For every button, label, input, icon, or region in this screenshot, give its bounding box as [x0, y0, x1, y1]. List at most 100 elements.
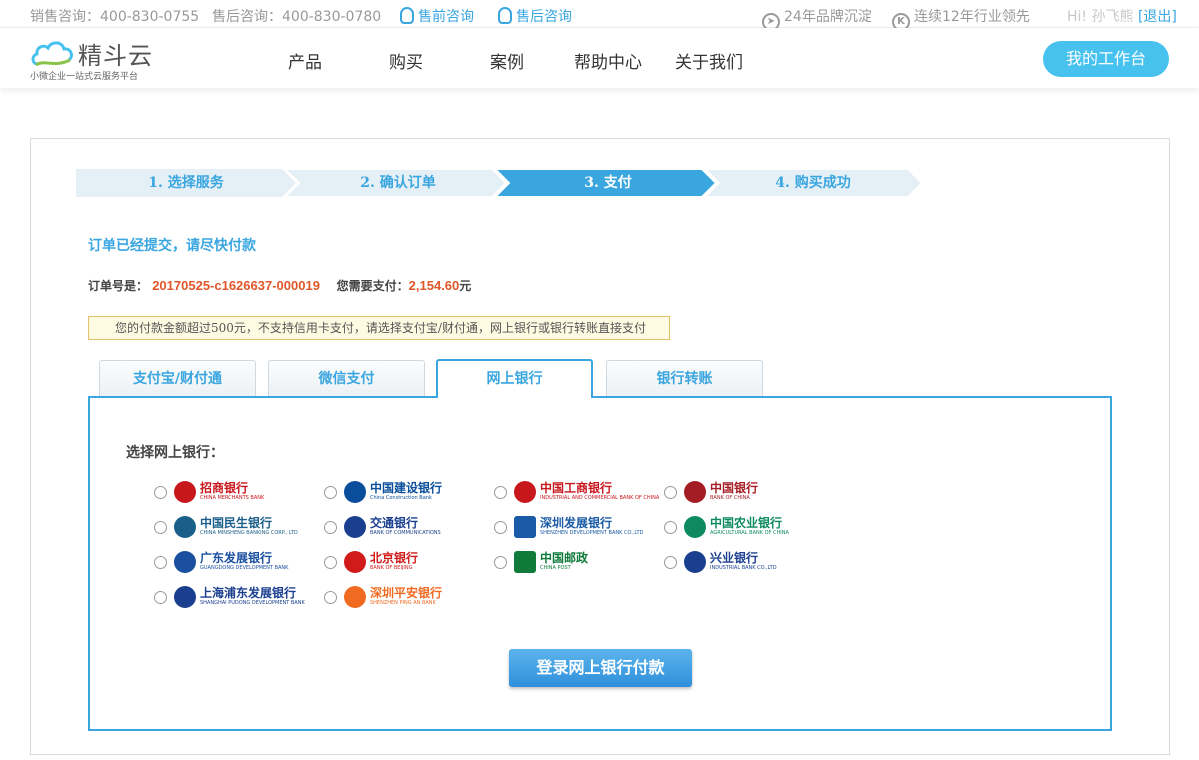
order-number-label: 订单号是：	[88, 279, 149, 293]
bank-name-en: SHENZHEN PING AN BANK	[370, 600, 436, 606]
bank-logo[interactable]: 中国民生银行 CHINA MINSHENG BANKING CORP., LTD	[174, 514, 298, 540]
payment-amount: 2,154.60	[408, 278, 460, 293]
nav-help-center[interactable]: 帮助中心	[574, 48, 642, 73]
step-confirm-order: 2. 确认订单	[360, 175, 436, 191]
bank-name-en: China Construction Bank	[370, 495, 432, 501]
tab-bank-transfer[interactable]: 银行转账	[606, 360, 763, 397]
bank-radio[interactable]	[324, 486, 337, 499]
nav-cases[interactable]: 案例	[490, 48, 524, 73]
bank-radio[interactable]	[324, 556, 337, 569]
bank-logo[interactable]: 中国建设银行 China Construction Bank	[344, 479, 442, 505]
bank-logo[interactable]: 交通银行 BANK OF COMMUNICATIONS	[344, 514, 441, 540]
bank-logo[interactable]: 招商银行 CHINA MERCHANTS BANK	[174, 479, 264, 505]
bank-name-en: CHINA MERCHANTS BANK	[200, 495, 265, 501]
my-workspace-button[interactable]: 我的工作台	[1043, 41, 1169, 77]
user-greeting: Hi! 孙飞熊 [退出]	[1067, 6, 1177, 26]
logo-name: 精斗云	[78, 42, 153, 70]
bank-name-cn: 兴业银行	[710, 551, 759, 565]
bank-name-cn: 交通银行	[370, 516, 419, 530]
bank-logo[interactable]: 广东发展银行 GUANGDONG DEVELOPMENT BANK	[174, 549, 288, 575]
bank-radio[interactable]	[154, 521, 167, 534]
bank-radio[interactable]	[324, 591, 337, 604]
site-header: 精斗云 小微企业一站式云服务平台 产品 购买 案例 帮助中心 关于我们 我的工作…	[0, 28, 1199, 88]
bank-radio[interactable]	[664, 521, 677, 534]
bank-radio[interactable]	[494, 521, 507, 534]
bank-name: 中国建设银行 China Construction Bank	[370, 482, 442, 502]
icbc-logo-icon	[514, 481, 536, 503]
bank-name: 深圳平安银行 SHENZHEN PING AN BANK	[370, 587, 442, 607]
bank-radio[interactable]	[494, 556, 507, 569]
cib-logo-icon	[684, 551, 706, 573]
online-banking-panel: 选择网上银行： 招商银行 CHINA MERCHANTS BANK 中国建设银行 Ch…	[88, 396, 1112, 731]
qq-icon	[498, 7, 512, 24]
bank-radio[interactable]	[494, 486, 507, 499]
bank-name: 兴业银行 INDUSTRIAL BANK CO.,LTD	[710, 552, 777, 572]
site-logo[interactable]: 精斗云 小微企业一站式云服务平台	[30, 36, 170, 82]
bank-name-en: BANK OF COMMUNICATIONS	[370, 530, 441, 536]
bank-radio[interactable]	[324, 521, 337, 534]
step-purchase-success: 4. 购买成功	[775, 175, 851, 191]
tab-wechat-pay[interactable]: 微信支付	[268, 360, 425, 397]
nav-about-us[interactable]: 关于我们	[675, 48, 743, 73]
bank-logo[interactable]: 兴业银行 INDUSTRIAL BANK CO.,LTD	[684, 549, 777, 575]
abc-logo-icon	[684, 516, 706, 538]
bank-name-cn: 深圳平安银行	[370, 586, 443, 600]
bank-radio[interactable]	[154, 591, 167, 604]
sales-phone: 400-830-0755	[100, 9, 200, 25]
logo-tagline: 小微企业一站式云服务平台	[30, 72, 139, 82]
presale-consult-link[interactable]: 售前咨询	[400, 6, 474, 26]
logout-link[interactable]: [退出]	[1138, 9, 1177, 25]
bank-name-cn: 中国银行	[710, 481, 759, 495]
cmb-logo-icon	[174, 481, 196, 503]
aftersale-consult-link[interactable]: 售后咨询	[498, 6, 572, 26]
order-summary: 订单号是： 20170525-c1626637-000019 您需要支付：2,1…	[88, 277, 471, 294]
post-logo-icon	[514, 551, 536, 573]
order-submitted-notice: 订单已经提交，请尽快付款	[88, 238, 256, 254]
aftersales-phone: 400-830-0780	[282, 9, 382, 25]
bank-name-cn: 招商银行	[200, 481, 249, 495]
qq-icon	[400, 7, 414, 24]
bank-name-en: CHINA MINSHENG BANKING CORP., LTD	[200, 530, 298, 536]
bank-name-en: SHENZHEN DEVELOPMENT BANK CO.,LTD	[540, 530, 644, 536]
pingan-logo-icon	[344, 586, 366, 608]
bank-logo[interactable]: 深圳平安银行 SHENZHEN PING AN BANK	[344, 584, 442, 610]
top-bar: 销售咨询：400-830-0755 售后咨询：400-830-0780 售前咨询…	[0, 0, 1199, 31]
bob-logo-icon	[344, 551, 366, 573]
bank-logo[interactable]: 上海浦东发展银行 SHANGHAI PUDONG DEVELOPMENT BANK	[174, 584, 305, 610]
login-online-banking-button[interactable]: 登录网上银行付款	[509, 649, 692, 687]
bank-logo[interactable]: 中国银行 BANK OF CHINA	[684, 479, 758, 505]
bank-logo[interactable]: 北京银行 BANK OF BEIJING	[344, 549, 418, 575]
bank-name: 交通银行 BANK OF COMMUNICATIONS	[370, 517, 441, 537]
bank-name-cn: 上海浦东发展银行	[200, 586, 297, 600]
bank-radio[interactable]	[154, 556, 167, 569]
bank-radio[interactable]	[664, 556, 677, 569]
bank-name: 深圳发展银行 SHENZHEN DEVELOPMENT BANK CO.,LTD	[540, 517, 643, 537]
bank-name-cn: 北京银行	[370, 551, 419, 565]
greeting-label: Hi! 孙飞熊	[1067, 9, 1134, 25]
bank-name-cn: 中国邮政	[540, 551, 589, 565]
bank-radio[interactable]	[154, 486, 167, 499]
bank-name-cn: 深圳发展银行	[540, 516, 613, 530]
bank-logo[interactable]: 中国工商银行 INDUSTRIAL AND COMMERCIAL BANK OF …	[514, 479, 659, 505]
bank-name-en: CHINA POST	[540, 565, 571, 571]
bank-logo[interactable]: 中国农业银行 AGRICULTURAL BANK OF CHINA	[684, 514, 789, 540]
bank-name-cn: 广东发展银行	[200, 551, 273, 565]
presale-consult-label: 售前咨询	[418, 9, 474, 25]
nav-buy[interactable]: 购买	[389, 48, 423, 73]
bank-name-en: GUANGDONG DEVELOPMENT BANK	[200, 565, 289, 571]
cloud-logo-icon	[31, 41, 73, 67]
currency-unit: 元	[459, 279, 472, 293]
nav-products[interactable]: 产品	[288, 48, 322, 73]
sales-hotline: 销售咨询：400-830-0755	[30, 6, 199, 26]
bank-radio[interactable]	[664, 486, 677, 499]
step-select-service: 1. 选择服务	[148, 175, 224, 191]
gdb-logo-icon	[174, 551, 196, 573]
bank-logo[interactable]: 中国邮政 CHINA POST	[514, 549, 588, 575]
spdb-logo-icon	[174, 586, 196, 608]
tab-online-banking[interactable]: 网上银行	[436, 359, 593, 398]
bank-name: 北京银行 BANK OF BEIJING	[370, 552, 418, 572]
aftersales-label: 售后咨询：	[212, 9, 282, 25]
payment-panel: 1. 选择服务 2. 确认订单 3. 支付 4. 购买成功 订单已经提交，请尽快…	[30, 138, 1170, 755]
bank-logo[interactable]: 深圳发展银行 SHENZHEN DEVELOPMENT BANK CO.,LTD	[514, 514, 643, 540]
tab-alipay-tenpay[interactable]: 支付宝/财付通	[99, 360, 256, 397]
